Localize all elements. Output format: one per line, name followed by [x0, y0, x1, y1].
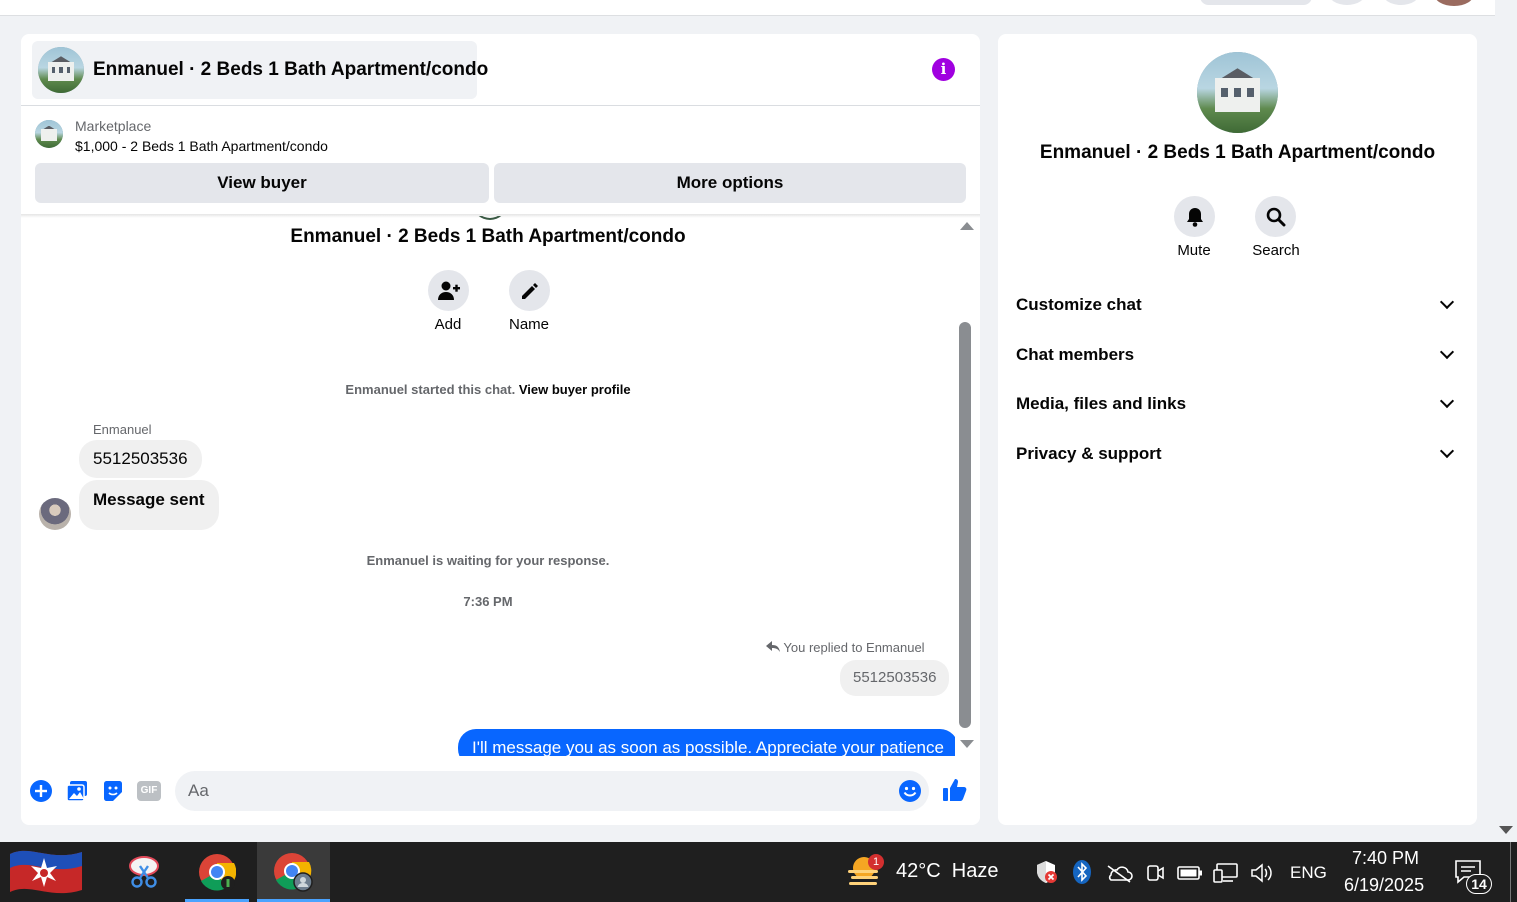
- reply-note: You replied to Enmanuel: [766, 640, 925, 655]
- chat-panel: Enmanuel · 2 Beds 1 Bath Apartment/condo…: [21, 34, 980, 825]
- input-language[interactable]: ENG: [1290, 863, 1327, 883]
- chat-started-text: Enmanuel started this chat.: [345, 382, 516, 397]
- show-desktop-button[interactable]: [1510, 842, 1517, 902]
- onedrive-icon[interactable]: [1105, 863, 1133, 883]
- reply-note-text: You replied to Enmanuel: [783, 640, 925, 655]
- view-buyer-button[interactable]: View buyer: [35, 163, 489, 203]
- account-avatar[interactable]: [1434, 0, 1474, 6]
- meet-now-icon[interactable]: [1145, 862, 1165, 884]
- add-person-icon: [437, 281, 460, 300]
- window-scrollbar[interactable]: [1495, 0, 1517, 842]
- section-label: Chat members: [1016, 345, 1135, 364]
- mute-button[interactable]: [1174, 196, 1215, 237]
- top-nav-button[interactable]: [1382, 0, 1420, 5]
- top-nav-pill[interactable]: [1200, 0, 1312, 5]
- message-composer: GIF: [21, 770, 980, 814]
- outgoing-message[interactable]: I'll message you as soon as possible. Ap…: [458, 729, 955, 756]
- sticker-icon[interactable]: [101, 779, 125, 803]
- info-icon[interactable]: i: [932, 58, 955, 81]
- bluetooth-icon[interactable]: [1072, 859, 1092, 885]
- bell-icon: [1186, 207, 1203, 227]
- reply-arrow-icon: [766, 641, 780, 652]
- weather-text[interactable]: 42°C Haze: [896, 860, 999, 883]
- chat-title-button[interactable]: Enmanuel · 2 Beds 1 Bath Apartment/condo: [32, 41, 488, 99]
- conversation-avatar: [473, 216, 507, 220]
- chat-members-section[interactable]: Chat members: [1016, 335, 1460, 375]
- network-icon[interactable]: [1213, 862, 1239, 884]
- incoming-message[interactable]: Message sent: [79, 480, 219, 530]
- scroll-down-arrow[interactable]: [960, 740, 974, 748]
- photo-icon[interactable]: [65, 779, 89, 803]
- details-title: Enmanuel · 2 Beds 1 Bath Apartment/condo: [1039, 142, 1436, 163]
- window-scroll-down-arrow[interactable]: [1499, 826, 1513, 834]
- sender-name: Enmanuel: [93, 422, 152, 437]
- media-files-links-section[interactable]: Media, files and links: [1016, 384, 1460, 424]
- add-person-button[interactable]: [428, 270, 469, 311]
- scroll-up-arrow[interactable]: [960, 222, 974, 230]
- search-button[interactable]: [1255, 196, 1296, 237]
- section-label: Privacy & support: [1016, 444, 1162, 463]
- section-label: Customize chat: [1016, 295, 1142, 314]
- shield-warning-icon[interactable]: [1034, 860, 1058, 884]
- flag-icon: [10, 850, 82, 894]
- plus-icon[interactable]: [29, 779, 53, 803]
- scroll-thumb[interactable]: [959, 322, 971, 728]
- marketplace-label: Marketplace: [75, 118, 152, 134]
- listing-avatar: [38, 47, 84, 93]
- chat-started-notice: Enmanuel started this chat. View buyer p…: [21, 382, 955, 397]
- listing-summary[interactable]: Marketplace $1,000 - 2 Beds 1 Bath Apart…: [35, 118, 965, 158]
- top-nav-button[interactable]: [1328, 0, 1366, 5]
- privacy-support-section[interactable]: Privacy & support: [1016, 434, 1460, 474]
- chevron-down-icon: [1439, 393, 1455, 409]
- name-button[interactable]: [509, 270, 550, 311]
- taskbar-app-chrome-profile[interactable]: [257, 842, 330, 902]
- conversation-details-panel: Enmanuel · 2 Beds 1 Bath Apartment/condo…: [998, 34, 1477, 825]
- customize-chat-section[interactable]: Customize chat: [1016, 285, 1460, 325]
- clock-date: 6/19/2025: [1344, 875, 1425, 895]
- thumbs-up-icon[interactable]: [942, 777, 968, 803]
- add-label: Add: [434, 316, 462, 333]
- clock-time: 7:40 PM: [1352, 848, 1420, 868]
- gif-icon[interactable]: GIF: [137, 781, 161, 801]
- weather-alert-badge: 1: [868, 854, 884, 870]
- taskbar: 1 42°C Haze ENG 7:40 PM 6/19/2025 14: [0, 842, 1517, 902]
- listing-thumbnail: [35, 120, 63, 148]
- more-options-button[interactable]: More options: [494, 163, 966, 203]
- notification-count-badge: 14: [1466, 874, 1492, 894]
- chat-title: Enmanuel · 2 Beds 1 Bath Apartment/condo: [93, 59, 489, 80]
- mute-label: Mute: [1177, 242, 1211, 259]
- emoji-icon[interactable]: [898, 779, 922, 803]
- clock[interactable]: 7:40 PM 6/19/2025: [1336, 842, 1436, 902]
- taskbar-app-chrome[interactable]: [185, 842, 249, 902]
- conversation-title: Enmanuel · 2 Beds 1 Bath Apartment/condo: [290, 226, 686, 247]
- waiting-notice: Enmanuel is waiting for your response.: [366, 553, 610, 568]
- top-navigation-bar: [0, 0, 1495, 16]
- search-label: Search: [1252, 242, 1300, 259]
- details-avatar[interactable]: [1197, 52, 1278, 133]
- sender-avatar[interactable]: [39, 498, 71, 530]
- chevron-down-icon: [1439, 294, 1455, 310]
- battery-icon[interactable]: [1177, 865, 1203, 881]
- chevron-down-icon: [1439, 344, 1455, 360]
- message-list[interactable]: Enmanuel · 2 Beds 1 Bath Apartment/condo…: [21, 216, 955, 756]
- incoming-message[interactable]: 5512503536: [79, 440, 202, 478]
- chrome-icon: [199, 854, 236, 891]
- reply-quote[interactable]: 5512503536: [840, 660, 950, 696]
- snipping-tool-icon: [129, 856, 159, 888]
- chrome-profile-icon: [274, 853, 313, 892]
- section-label: Media, files and links: [1016, 394, 1187, 413]
- search-icon: [1266, 207, 1285, 226]
- start-button[interactable]: [0, 842, 104, 902]
- pencil-icon: [521, 282, 538, 299]
- view-buyer-profile-link[interactable]: View buyer profile: [519, 382, 631, 397]
- message-timestamp: 7:36 PM: [463, 594, 513, 609]
- chat-header: Enmanuel · 2 Beds 1 Bath Apartment/condo…: [21, 34, 980, 106]
- taskbar-app-snipping[interactable]: [110, 842, 178, 902]
- name-label: Name: [508, 316, 549, 333]
- message-input[interactable]: [175, 771, 929, 811]
- message-scrollbar[interactable]: [957, 222, 975, 748]
- listing-title: $1,000 - 2 Beds 1 Bath Apartment/condo: [75, 138, 328, 154]
- volume-icon[interactable]: [1250, 863, 1274, 883]
- chevron-down-icon: [1439, 443, 1455, 459]
